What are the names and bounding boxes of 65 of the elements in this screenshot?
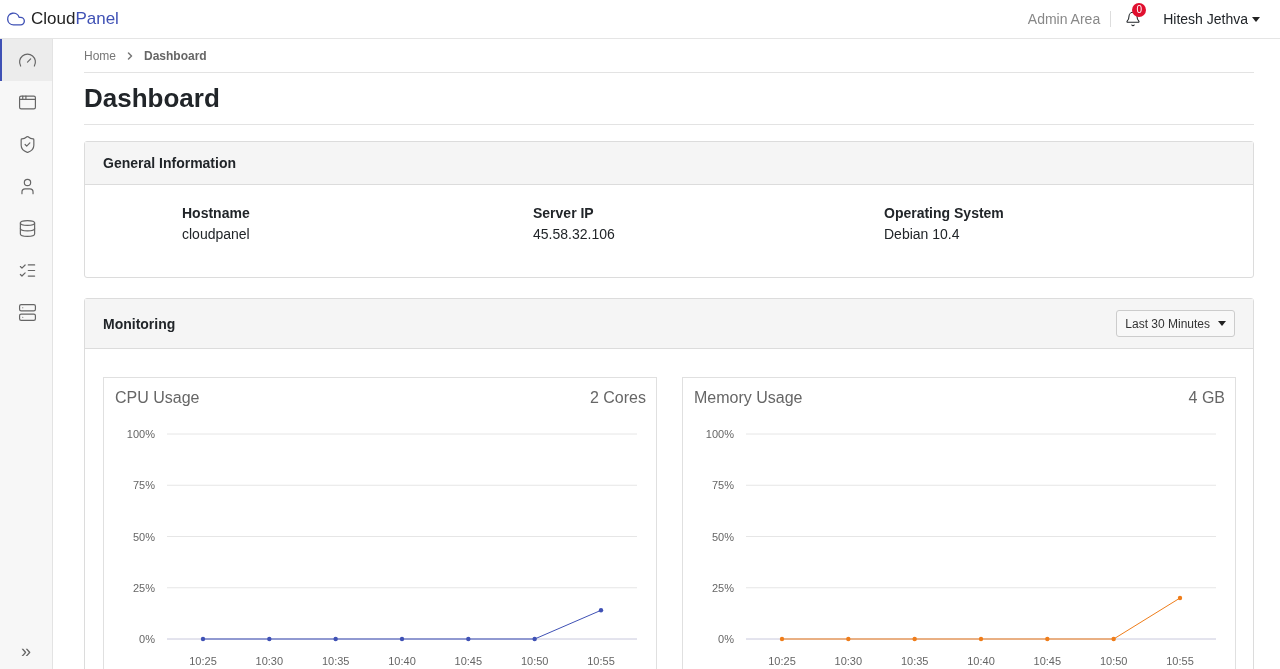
data-point xyxy=(779,636,785,642)
field-label: Hostname xyxy=(182,205,251,221)
axis-tick-label: 10:35 xyxy=(900,655,929,667)
data-point xyxy=(1177,595,1183,601)
field-value: 45.58.32.106 xyxy=(533,226,616,242)
axis-tick-label: 10:40 xyxy=(388,655,416,667)
data-point xyxy=(598,608,604,613)
card-title: General Information xyxy=(103,155,237,171)
data-point xyxy=(978,636,984,642)
axis-tick-label: 100% xyxy=(126,428,155,440)
axis-tick-label: 10:30 xyxy=(834,655,863,667)
axis-tick-label: 50% xyxy=(711,530,734,543)
data-point xyxy=(200,636,206,642)
data-point xyxy=(1111,636,1116,642)
axis-tick-label: 50% xyxy=(132,530,155,543)
database-icon xyxy=(17,218,37,238)
axis-tick-label: 10:45 xyxy=(454,655,483,667)
axis-tick-label: 10:35 xyxy=(321,655,350,667)
axis-tick-label: 10:55 xyxy=(587,655,615,667)
notifications-icon[interactable] xyxy=(1125,11,1142,27)
data-point xyxy=(466,636,471,642)
chart-info: 4 GB xyxy=(1188,389,1225,407)
chart-title: CPU Usage xyxy=(115,389,200,407)
axis-tick-label: 75% xyxy=(711,479,734,492)
collapse-sidebar-button[interactable]: » xyxy=(0,633,52,669)
axis-tick-label: 25% xyxy=(711,581,734,594)
axis-tick-label: 0% xyxy=(718,633,734,645)
caret-icon xyxy=(1218,321,1226,326)
axis-tick-label: 75% xyxy=(132,479,155,492)
data-point xyxy=(532,636,537,642)
chart-title: Memory Usage xyxy=(694,389,803,407)
time-range-dropdown[interactable]: Last 30 Minutes xyxy=(1116,310,1235,337)
axis-tick-label: 10:50 xyxy=(520,655,549,667)
axis-tick-label: 25% xyxy=(132,581,155,594)
field-label: Operating System xyxy=(884,205,1005,221)
data-point xyxy=(333,636,338,642)
axis-tick-label: 10:25 xyxy=(189,655,217,667)
axis-tick-label: 10:30 xyxy=(255,655,284,667)
axis-tick-label: 10:25 xyxy=(768,655,796,667)
axis-tick-label: 10:40 xyxy=(967,655,995,667)
sidebar-item[interactable] xyxy=(0,39,52,81)
field-label: Server IP xyxy=(533,205,595,221)
breadcrumb-current: Dashboard xyxy=(144,48,207,63)
server-icon xyxy=(17,302,37,322)
caret-icon xyxy=(1252,16,1260,22)
card-title: Monitoring xyxy=(103,315,176,332)
page-title: Dashboard xyxy=(84,73,1254,125)
data-point xyxy=(267,636,272,642)
brand-name: CloudPanel xyxy=(31,9,119,29)
axis-tick-label: 10:50 xyxy=(1099,655,1128,667)
breadcrumb-link[interactable]: Home xyxy=(84,48,116,63)
data-point xyxy=(846,636,851,642)
field-value: Debian 10.4 xyxy=(884,226,961,242)
data-point xyxy=(1045,636,1050,642)
chart-info: 2 Cores xyxy=(589,389,646,407)
user-menu-button[interactable]: Hitesh Jethva xyxy=(1163,11,1260,27)
notification-count: 0 xyxy=(1132,3,1147,17)
axis-tick-label: 10:45 xyxy=(1033,655,1062,667)
axis-tick-label: 100% xyxy=(705,428,734,440)
data-point xyxy=(912,636,917,642)
data-point xyxy=(399,636,405,642)
admin-area-link[interactable]: Admin Area xyxy=(1027,11,1112,27)
axis-tick-label: 10:55 xyxy=(1166,655,1194,667)
field-value: cloudpanel xyxy=(182,226,251,242)
axis-tick-label: 0% xyxy=(139,633,155,645)
